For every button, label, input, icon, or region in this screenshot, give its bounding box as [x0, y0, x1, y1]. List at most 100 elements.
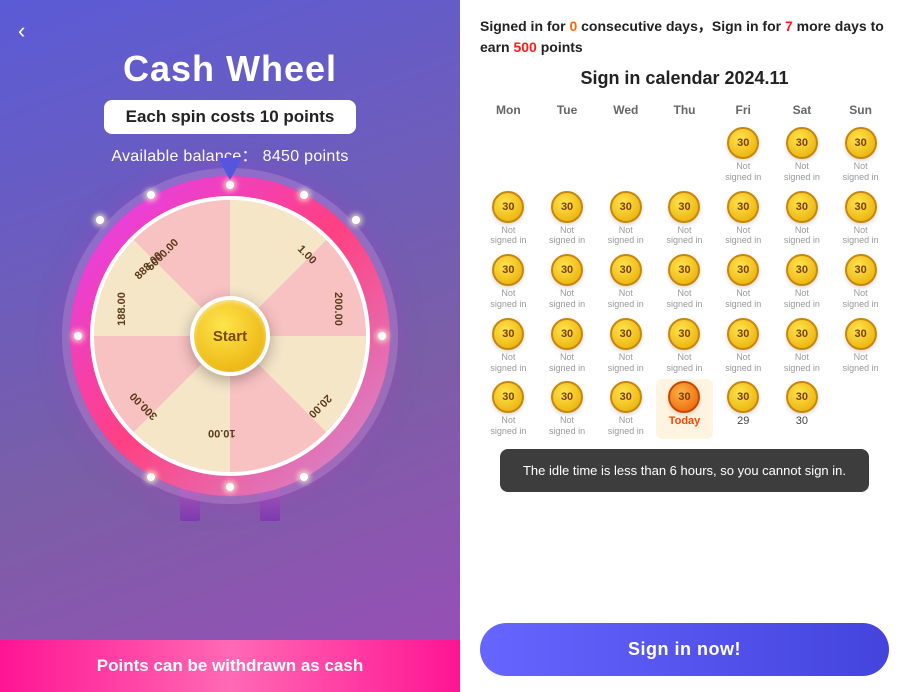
coin-21: 30 — [668, 318, 700, 350]
cal-label-9: Notsigned in — [784, 225, 820, 247]
cal-label-23: Notsigned in — [784, 352, 820, 374]
coin-9: 30 — [786, 191, 818, 223]
cal-empty — [539, 125, 596, 185]
light-dot — [147, 191, 155, 199]
segment-label-3: 200.00 — [332, 293, 344, 327]
cal-day-4: 30 Notsigned in — [480, 189, 537, 249]
cal-empty — [480, 125, 537, 185]
cal-label-1: Notsigned in — [725, 161, 761, 183]
segment-label-7: 188.00 — [116, 293, 128, 327]
cal-day-17: 30 Notsigned in — [832, 252, 889, 312]
coin-8: 30 — [727, 191, 759, 223]
light-dot — [300, 191, 308, 199]
coin-30: 30 — [786, 381, 818, 413]
cal-day-25: 30 Notsigned in — [480, 379, 537, 439]
cal-day-6: 30 Notsigned in — [597, 189, 654, 249]
cal-label-22: Notsigned in — [725, 352, 761, 374]
coin-23: 30 — [786, 318, 818, 350]
coin-12: 30 — [551, 254, 583, 286]
cal-header-fri: Fri — [715, 99, 772, 121]
coin-4: 30 — [492, 191, 524, 223]
coin-18: 30 — [492, 318, 524, 350]
back-button[interactable]: ‹ — [18, 18, 25, 44]
cal-label-6: Notsigned in — [608, 225, 644, 247]
coin-10: 30 — [845, 191, 877, 223]
cal-label-19: Notsigned in — [549, 352, 585, 374]
cal-label-30: 30 — [796, 415, 808, 428]
light-dot — [378, 332, 386, 340]
calendar-grid: Mon Tue Wed Thu Fri Sat Sun 30 Notsigned… — [480, 99, 889, 439]
page-title: Cash Wheel — [123, 48, 337, 90]
right-panel: Signed in for 0 consecutive days，Sign in… — [460, 0, 909, 692]
cal-label-17: Notsigned in — [843, 288, 879, 310]
light-dot — [226, 181, 234, 189]
cal-day-14: 30 Notsigned in — [656, 252, 713, 312]
cal-day-7: 30 Notsigned in — [656, 189, 713, 249]
cal-label-12: Notsigned in — [549, 288, 585, 310]
cal-label-7: Notsigned in — [666, 225, 702, 247]
cal-label-11: Notsigned in — [490, 288, 526, 310]
cal-header-thu: Thu — [656, 99, 713, 121]
cal-label-15: Notsigned in — [725, 288, 761, 310]
coin-7: 30 — [668, 191, 700, 223]
light-dot — [74, 332, 82, 340]
cal-day-12: 30 Notsigned in — [539, 252, 596, 312]
cal-empty-end — [832, 379, 889, 439]
cal-day-15: 30 Notsigned in — [715, 252, 772, 312]
coin-11: 30 — [492, 254, 524, 286]
wheel-pointer — [218, 158, 242, 180]
cal-day-21: 30 Notsigned in — [656, 316, 713, 376]
cal-label-3: Notsigned in — [843, 161, 879, 183]
spin-cost-badge: Each spin costs 10 points — [104, 100, 357, 134]
coin-2: 30 — [786, 127, 818, 159]
wheel-outer: 5000.00 1.00 200.00 20.00 10.00 300.00 1… — [70, 176, 390, 496]
cal-day-30: 30 30 — [774, 379, 831, 439]
coin-today: 30 — [668, 381, 700, 413]
cal-day-24: 30 Notsigned in — [832, 316, 889, 376]
light-dot — [96, 216, 104, 224]
segment-label-5: 10.00 — [208, 427, 236, 439]
light-dot — [300, 473, 308, 481]
cal-header-sun: Sun — [832, 99, 889, 121]
coin-20: 30 — [610, 318, 642, 350]
cal-day-16: 30 Notsigned in — [774, 252, 831, 312]
cal-label-25: Notsigned in — [490, 415, 526, 437]
cal-label-13: Notsigned in — [608, 288, 644, 310]
cal-empty — [656, 125, 713, 185]
coin-6: 30 — [610, 191, 642, 223]
cal-day-9: 30 Notsigned in — [774, 189, 831, 249]
cal-day-27: 30 Notsigned in — [597, 379, 654, 439]
cal-day-29: 30 29 — [715, 379, 772, 439]
coin-17: 30 — [845, 254, 877, 286]
cal-day-23: 30 Notsigned in — [774, 316, 831, 376]
bottom-banner: Points can be withdrawn as cash — [0, 640, 460, 692]
calendar-title: Sign in calendar 2024.11 — [480, 68, 889, 89]
coin-29: 30 — [727, 381, 759, 413]
cal-day-19: 30 Notsigned in — [539, 316, 596, 376]
coin-24: 30 — [845, 318, 877, 350]
coin-16: 30 — [786, 254, 818, 286]
start-button[interactable]: Start — [190, 296, 270, 376]
cal-header-sat: Sat — [774, 99, 831, 121]
cal-day-10: 30 Notsigned in — [832, 189, 889, 249]
cal-day-13: 30 Notsigned in — [597, 252, 654, 312]
cal-label-2: Notsigned in — [784, 161, 820, 183]
wheel-inner: 5000.00 1.00 200.00 20.00 10.00 300.00 1… — [90, 196, 370, 476]
segment-label-4: 20.00 — [306, 392, 334, 420]
left-panel: ‹ Cash Wheel Each spin costs 10 points A… — [0, 0, 460, 692]
cal-day-18: 30 Notsigned in — [480, 316, 537, 376]
cal-label-10: Notsigned in — [843, 225, 879, 247]
cal-day-5: 30 Notsigned in — [539, 189, 596, 249]
sign-in-button[interactable]: Sign in now! — [480, 623, 889, 676]
coin-5: 30 — [551, 191, 583, 223]
coin-25: 30 — [492, 381, 524, 413]
cal-day-20: 30 Notsigned in — [597, 316, 654, 376]
cal-day-8: 30 Notsigned in — [715, 189, 772, 249]
light-dot — [226, 483, 234, 491]
wheel-container: 5000.00 1.00 200.00 20.00 10.00 300.00 1… — [70, 176, 390, 496]
cal-empty — [597, 125, 654, 185]
light-dot — [352, 216, 360, 224]
cal-header-mon: Mon — [480, 99, 537, 121]
cal-label-5: Notsigned in — [549, 225, 585, 247]
cal-header-tue: Tue — [539, 99, 596, 121]
